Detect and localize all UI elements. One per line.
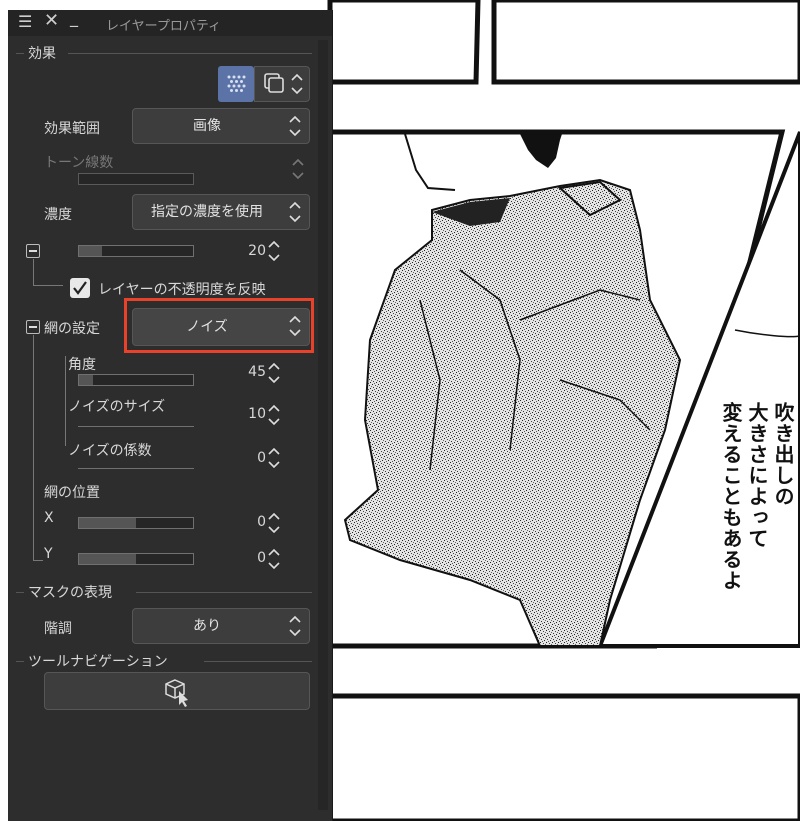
- section-divider: [16, 661, 24, 662]
- section-mask-title: マスクの表現: [28, 585, 112, 601]
- position-y-slider[interactable]: [78, 553, 194, 565]
- gradation-value: あり: [193, 618, 221, 634]
- density-value: 指定の濃度を使用: [151, 204, 263, 220]
- effect-range-label: 効果範囲: [44, 121, 100, 137]
- position-x-slider[interactable]: [78, 517, 194, 529]
- density-slider-fill: [79, 246, 102, 256]
- speech-line-1: 吹き出しの: [771, 402, 795, 507]
- section-divider: [136, 592, 312, 593]
- panel-title: レイヤープロパティ: [106, 19, 222, 34]
- chevron-updown-icon: [287, 197, 303, 227]
- noise-factor-slider[interactable]: [78, 468, 194, 469]
- density-amount[interactable]: 20: [226, 243, 266, 259]
- density-slider[interactable]: [78, 245, 194, 257]
- noise-size-spin-icon[interactable]: [266, 400, 282, 430]
- position-label: 網の位置: [44, 485, 100, 501]
- density-label: 濃度: [44, 207, 72, 223]
- position-x-spin-icon[interactable]: [266, 508, 282, 538]
- noise-size-slider[interactable]: [78, 426, 194, 427]
- tree-line: [33, 560, 43, 561]
- tree-line: [65, 356, 66, 446]
- position-x-label: X: [44, 510, 54, 526]
- tone-effect-button[interactable]: [218, 66, 254, 102]
- tone-lines-slider[interactable]: [78, 173, 194, 185]
- density-dropdown[interactable]: 指定の濃度を使用: [132, 194, 310, 230]
- reflect-opacity-label[interactable]: レイヤーの不透明度を反映: [98, 279, 266, 299]
- position-y-spin-icon[interactable]: [266, 544, 282, 574]
- angle-slider-fill: [79, 375, 94, 385]
- tool-navigation-button[interactable]: [44, 672, 310, 710]
- position-x-slider-fill: [79, 518, 136, 528]
- tree-line: [33, 335, 34, 560]
- object-select-icon: [165, 679, 188, 707]
- section-effect-title: 効果: [28, 46, 56, 62]
- menu-icon[interactable]: ☰: [18, 12, 32, 31]
- angle-value[interactable]: 45: [226, 364, 266, 380]
- angle-spin-icon[interactable]: [266, 358, 282, 388]
- effect-range-dropdown[interactable]: 画像: [132, 108, 310, 144]
- tree-line: [33, 259, 34, 285]
- noise-factor-value[interactable]: 0: [226, 450, 266, 466]
- noise-size-value[interactable]: 10: [226, 406, 266, 422]
- panel-scrollbar[interactable]: [318, 40, 328, 810]
- tone-lines-label: トーン線数: [44, 155, 114, 171]
- density-spin-icon[interactable]: [266, 236, 282, 266]
- position-y-value[interactable]: 0: [226, 550, 266, 566]
- noise-factor-label: ノイズの係数: [68, 443, 152, 459]
- tone-lines-spin-icon[interactable]: [290, 154, 306, 184]
- noise-factor-spin-icon[interactable]: [266, 443, 282, 473]
- section-divider: [16, 592, 24, 593]
- position-y-label: Y: [44, 546, 53, 562]
- gradation-dropdown[interactable]: あり: [132, 608, 310, 644]
- angle-label: 角度: [68, 357, 96, 373]
- speech-line-2: 大きさによって: [745, 402, 769, 549]
- tone-dots-icon: [227, 75, 246, 92]
- section-divider: [16, 53, 24, 54]
- minimize-icon[interactable]: _: [70, 8, 78, 27]
- halftone-collapse-icon[interactable]: [26, 320, 40, 334]
- section-divider: [204, 661, 312, 662]
- chevron-updown-icon: [287, 611, 303, 641]
- speech-text: 吹き出しの 大きさによって 変えることもあるよ: [700, 402, 796, 642]
- effect-range-value: 画像: [193, 118, 221, 134]
- reflect-opacity-checkbox[interactable]: [70, 278, 90, 298]
- position-y-slider-fill: [79, 554, 136, 564]
- halftone-label: 網の設定: [44, 321, 100, 337]
- checkmark-icon: [73, 281, 87, 295]
- tree-line: [33, 285, 63, 286]
- effect-updown-icon[interactable]: [289, 69, 305, 99]
- chevron-updown-icon: [287, 111, 303, 141]
- density-collapse-icon[interactable]: [26, 244, 40, 258]
- layer-property-panel: ☰ ✕ _ レイヤープロパティ 効果 効果範囲 画像 トーン線数 濃度 指定の濃…: [8, 8, 333, 821]
- layer-color-effect-button[interactable]: [254, 66, 310, 102]
- gradation-label: 階調: [44, 621, 72, 637]
- highlight-box: [124, 298, 314, 353]
- panel-titlebar: ☰ ✕ _ レイヤープロパティ: [8, 8, 332, 36]
- speech-line-3: 変えることもあるよ: [719, 402, 743, 591]
- angle-slider[interactable]: [78, 374, 194, 386]
- close-icon[interactable]: ✕: [44, 10, 59, 31]
- section-divider: [68, 53, 312, 54]
- section-toolnav-title: ツールナビゲーション: [28, 654, 168, 670]
- position-x-value[interactable]: 0: [226, 514, 266, 530]
- layer-copy-icon: [264, 73, 284, 93]
- noise-size-label: ノイズのサイズ: [68, 399, 166, 415]
